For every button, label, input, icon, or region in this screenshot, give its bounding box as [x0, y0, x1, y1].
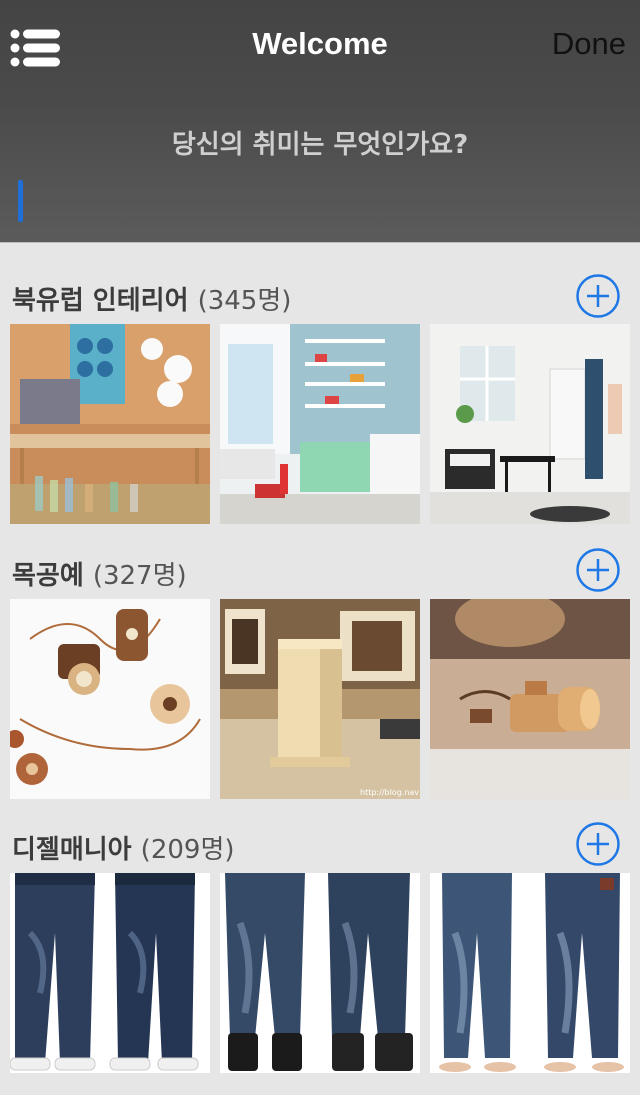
photo-nordic-shop-interior[interactable]: [10, 324, 210, 524]
photo-white-living-room[interactable]: [430, 324, 630, 524]
section-title-nordic-interior: 북유럽 인테리어 (345명): [12, 280, 291, 317]
section-name: 목공예: [12, 561, 84, 591]
section-count: (209명): [140, 835, 235, 865]
section-title-diesel-mania: 디젤매니아 (209명): [12, 829, 235, 866]
section-name: 북유럽 인테리어: [12, 286, 189, 316]
section-title-woodcraft: 목공예 (327명): [12, 555, 187, 592]
done-button[interactable]: Done: [552, 26, 626, 62]
photo-shelves-kids-room[interactable]: [220, 324, 420, 524]
plus-circle-icon: [576, 822, 620, 866]
hobby-question: 당신의 취미는 무엇인가요?: [171, 130, 469, 160]
section-name: 디젤매니아: [12, 835, 132, 865]
photo-wooden-camera-necklaces[interactable]: [10, 599, 210, 799]
plus-circle-icon: [576, 548, 620, 592]
add-woodcraft-button[interactable]: [576, 548, 620, 592]
add-nordic-interior-button[interactable]: [576, 274, 620, 318]
page-title: Welcome: [252, 26, 388, 61]
watermark-text: http://blog.nav: [360, 788, 419, 797]
add-diesel-mania-button[interactable]: [576, 822, 620, 866]
photo-wooden-pencil-holder[interactable]: http://blog.nav: [220, 599, 420, 799]
photo-jeans-white-sneakers[interactable]: [10, 873, 210, 1073]
photo-jeans-barefoot[interactable]: [430, 873, 630, 1073]
plus-circle-icon: [576, 274, 620, 318]
photo-jeans-black-boots[interactable]: [220, 873, 420, 1073]
section-count: (327명): [92, 561, 187, 591]
photo-wooden-toy-camera[interactable]: [430, 599, 630, 799]
section-count: (345명): [197, 286, 292, 316]
hobby-input-cursor[interactable]: [18, 180, 23, 222]
top-bar: Welcome Done 당신의 취미는 무엇인가요?: [0, 0, 640, 243]
